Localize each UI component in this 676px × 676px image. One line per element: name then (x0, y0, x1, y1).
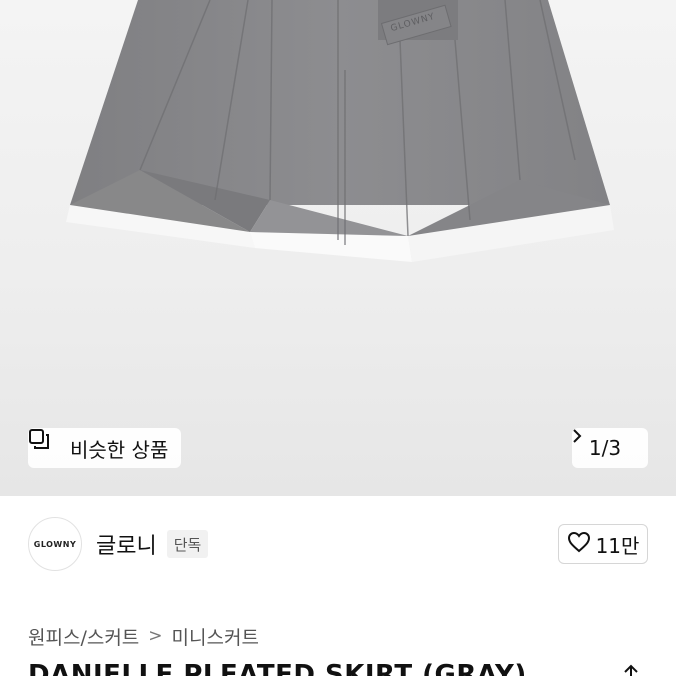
breadcrumb-item-subcategory[interactable]: 미니스커트 (172, 623, 259, 650)
product-title: DANIELLE PLEATED SKIRT (GRAY) (28, 660, 527, 676)
like-count: 11만 (595, 533, 640, 558)
image-counter-text: 1/3 (588, 436, 622, 460)
like-button[interactable]: 11만 (558, 524, 648, 564)
brand-logo[interactable]: GLOWNY (28, 517, 82, 571)
skirt-product-image (66, 0, 614, 262)
similar-items-button[interactable]: 비슷한 상품 (28, 428, 181, 468)
image-counter[interactable]: 1/3 (572, 428, 648, 468)
share-icon[interactable] (620, 664, 642, 676)
exclusive-badge: 단독 (166, 530, 209, 558)
breadcrumb: 원피스/스커트 > 미니스커트 (28, 622, 259, 650)
product-image-area[interactable]: GLOWNY 비슷한 상품 1/3 (0, 0, 676, 496)
similar-items-icon (29, 429, 63, 459)
similar-items-label: 비슷한 상품 (70, 437, 169, 462)
heart-icon (567, 531, 591, 558)
breadcrumb-separator: > (148, 626, 163, 646)
brand-row: GLOWNY 글로니 단독 11만 (28, 516, 648, 572)
brand-name[interactable]: 글로니 (96, 528, 157, 560)
brand-logo-text: GLOWNY (33, 539, 77, 549)
breadcrumb-item-category[interactable]: 원피스/스커트 (28, 623, 139, 650)
